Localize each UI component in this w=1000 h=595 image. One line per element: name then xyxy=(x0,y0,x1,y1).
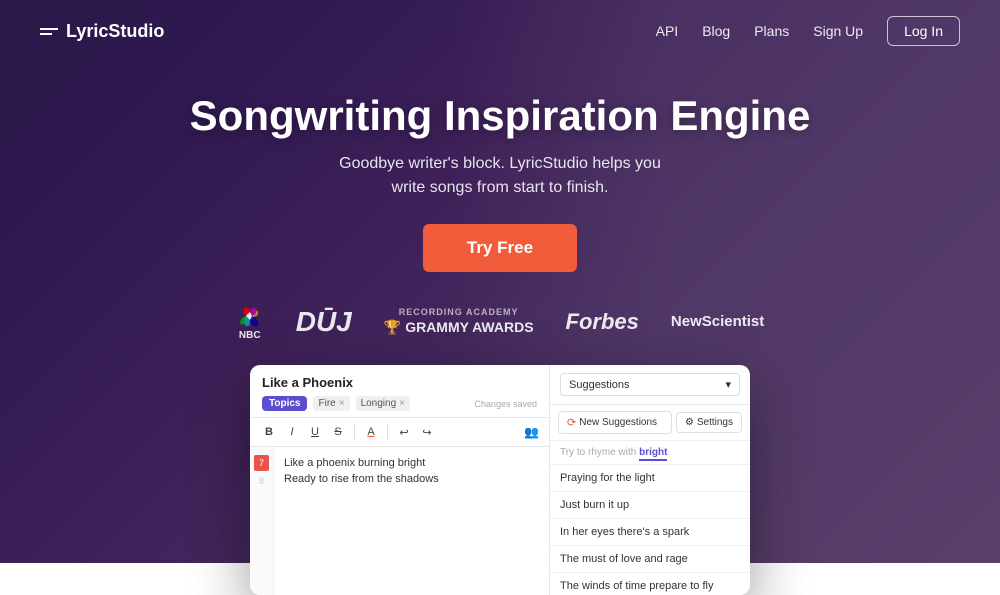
editor-tags: Topics Fire × Longing × Changes saved xyxy=(262,396,537,411)
nbc-logo: NBC xyxy=(236,302,264,341)
chevron-down-icon: ▾ xyxy=(725,378,731,391)
suggestion-item-2[interactable]: In her eyes there's a spark xyxy=(550,519,750,546)
rhyme-word: bright xyxy=(639,447,667,461)
nav-blog[interactable]: Blog xyxy=(702,23,730,39)
underline-button[interactable]: U xyxy=(306,423,324,441)
newscientist-logo: NewScientist xyxy=(671,313,764,330)
suggestion-item-4[interactable]: The winds of time prepare to fly xyxy=(550,573,750,595)
nbc-icon xyxy=(236,302,264,330)
toolbar-divider-1 xyxy=(354,425,355,439)
remove-longing-tag[interactable]: × xyxy=(399,398,405,409)
press-logos: NBC DŪJ RECORDING ACADEMY 🏆 GRAMMY AWARD… xyxy=(0,302,1000,341)
collaborators-icon: 👥 xyxy=(524,425,539,439)
suggestions-panel: Suggestions ▾ ⟳ New Suggestions ⚙ Settin… xyxy=(550,365,750,595)
color-button[interactable]: A xyxy=(362,423,380,441)
dj-logo: DŪJ xyxy=(296,306,352,338)
editor-title: Like a Phoenix xyxy=(262,375,537,390)
italic-button[interactable]: I xyxy=(283,423,301,441)
line-number-7: 7 xyxy=(254,455,269,471)
grammy-logo: RECORDING ACADEMY 🏆 GRAMMY AWARDS xyxy=(384,307,534,337)
suggestions-list: Praying for the light Just burn it up In… xyxy=(550,465,750,595)
hero-subtext: Goodbye writer's block. LyricStudio help… xyxy=(0,152,1000,200)
suggestion-item-3[interactable]: The must of love and rage xyxy=(550,546,750,573)
toolbar-divider-2 xyxy=(387,425,388,439)
line-number-8: 8 xyxy=(254,473,269,489)
editor-panel: Like a Phoenix Topics Fire × Longing × C… xyxy=(250,365,550,595)
suggestions-dropdown[interactable]: Suggestions ▾ xyxy=(560,373,740,396)
brand-name: LyricStudio xyxy=(66,21,164,42)
redo-button[interactable]: ↪ xyxy=(418,423,436,441)
tag-longing: Longing × xyxy=(356,396,410,411)
nav-links: API Blog Plans Sign Up Log In xyxy=(656,16,960,46)
suggestion-item-1[interactable]: Just burn it up xyxy=(550,492,750,519)
logo: LyricStudio xyxy=(40,21,164,42)
new-suggestions-button[interactable]: ⟳ New Suggestions xyxy=(558,411,672,434)
nav-signup[interactable]: Sign Up xyxy=(813,23,863,39)
app-preview: Like a Phoenix Topics Fire × Longing × C… xyxy=(250,365,750,595)
editor-lines[interactable]: Like a phoenix burning bright Ready to r… xyxy=(274,447,549,595)
grammy-icon: 🏆 xyxy=(384,318,401,336)
bold-button[interactable]: B xyxy=(260,423,278,441)
try-free-button[interactable]: Try Free xyxy=(423,224,577,272)
topics-button[interactable]: Topics xyxy=(262,396,307,411)
editor-toolbar: B I U S A ↩ ↪ 👥 xyxy=(250,418,549,447)
gear-icon: ⚙ xyxy=(685,417,694,428)
settings-button[interactable]: ⚙ Settings xyxy=(676,412,742,433)
rhyme-bar: Try to rhyme with bright xyxy=(550,441,750,465)
forbes-logo: Forbes xyxy=(566,309,639,335)
refresh-icon: ⟳ xyxy=(567,416,576,429)
nav-plans[interactable]: Plans xyxy=(754,23,789,39)
line-numbers: 7 8 xyxy=(250,447,274,595)
editor-line-7: Like a phoenix burning bright xyxy=(284,455,539,471)
remove-fire-tag[interactable]: × xyxy=(339,398,345,409)
navbar: LyricStudio API Blog Plans Sign Up Log I… xyxy=(0,0,1000,62)
tag-fire: Fire × xyxy=(313,396,349,411)
logo-icon xyxy=(40,28,58,35)
suggestion-item-0[interactable]: Praying for the light xyxy=(550,465,750,492)
editor-header: Like a Phoenix Topics Fire × Longing × C… xyxy=(250,365,549,418)
login-button[interactable]: Log In xyxy=(887,16,960,46)
editor-content: 7 8 Like a phoenix burning bright Ready … xyxy=(250,447,549,595)
hero-section: Songwriting Inspiration Engine Goodbye w… xyxy=(0,62,1000,341)
suggestions-header: Suggestions ▾ xyxy=(550,365,750,405)
hero-headline: Songwriting Inspiration Engine xyxy=(0,92,1000,140)
changes-saved-status: Changes saved xyxy=(474,399,537,409)
undo-button[interactable]: ↩ xyxy=(395,423,413,441)
editor-line-8: Ready to rise from the shadows xyxy=(284,471,539,487)
nav-api[interactable]: API xyxy=(656,23,679,39)
suggestions-actions: ⟳ New Suggestions ⚙ Settings xyxy=(550,405,750,441)
strikethrough-button[interactable]: S xyxy=(329,423,347,441)
